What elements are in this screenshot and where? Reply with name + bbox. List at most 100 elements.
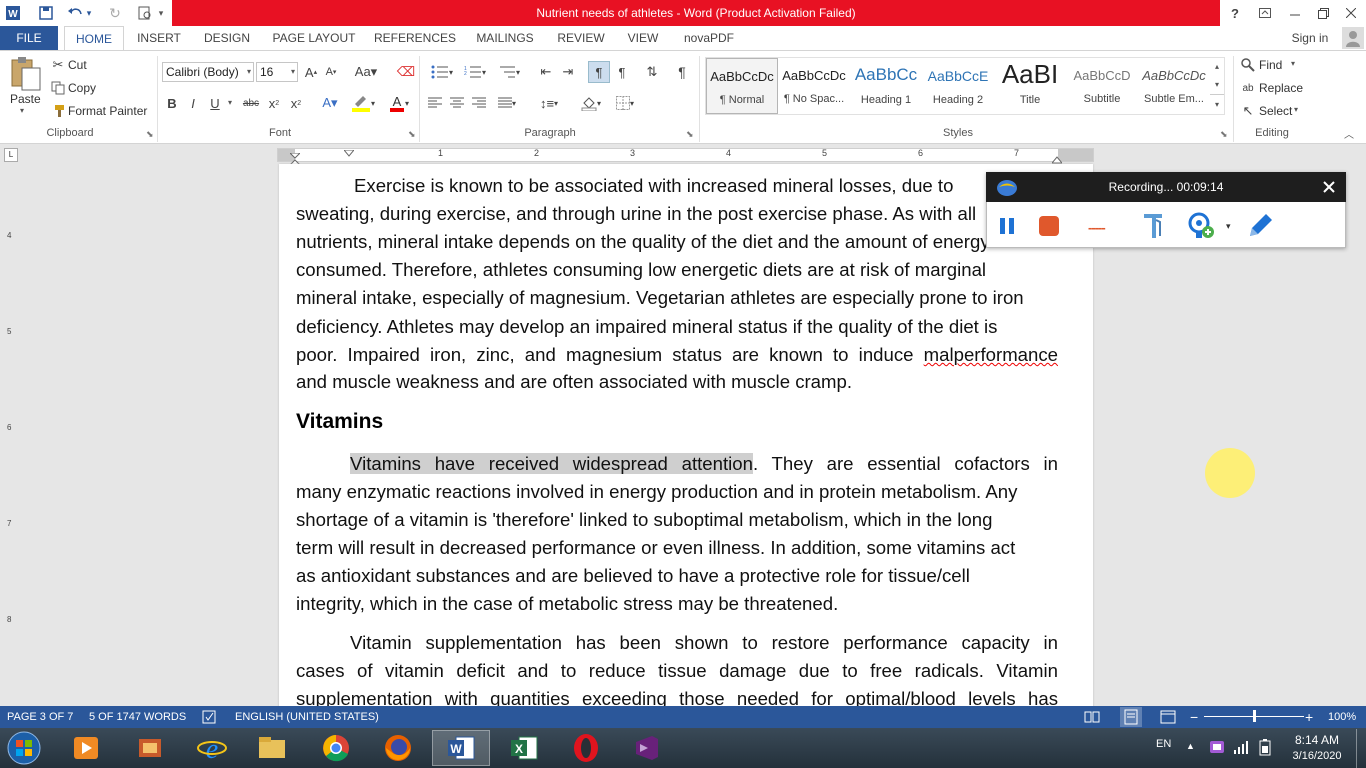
styles-launcher-icon[interactable]: ⬊ (1220, 129, 1228, 140)
paragraph-line[interactable]: sweating, during exercise, and through u… (296, 200, 1058, 228)
paste-button[interactable]: Paste (10, 92, 41, 106)
file-explorer-icon[interactable] (246, 730, 298, 766)
tab-view[interactable]: VIEW (620, 26, 666, 50)
print-layout-icon[interactable] (1120, 707, 1142, 727)
webcam-add-icon[interactable] (1188, 212, 1216, 240)
paragraph-line[interactable]: consumed. Therefore, athletes consuming … (296, 256, 1058, 284)
chrome-icon[interactable] (310, 730, 362, 766)
paragraph-line[interactable]: poor. Impaired iron, zinc, and magnesium… (296, 341, 1058, 369)
style-subtle-emphasis[interactable]: AaBbCcDc Subtle Em... (1138, 58, 1210, 114)
app-installer-icon[interactable] (124, 730, 176, 766)
customize-qat-icon[interactable]: ▾ (156, 2, 166, 24)
selected-text[interactable]: Vitamins have received widespread attent… (350, 453, 753, 474)
tab-mailings[interactable]: MAILINGS (468, 26, 542, 50)
annotate-pencil-icon[interactable] (1246, 212, 1272, 240)
zoom-level[interactable]: 100% (1328, 706, 1356, 728)
grow-font-icon[interactable]: A ▴ (302, 62, 320, 82)
visual-studio-icon[interactable] (620, 730, 672, 766)
italic-icon[interactable]: I (186, 93, 200, 113)
language-indicator[interactable]: ENGLISH (UNITED STATES) (235, 706, 379, 728)
show-desktop-button[interactable] (1356, 729, 1366, 768)
paragraph-line[interactable]: supplementation with quantities exceedin… (296, 685, 1058, 706)
style-no-spacing[interactable]: AaBbCcDc ¶ No Spac... (778, 58, 850, 114)
superscript-icon[interactable]: x2 (288, 93, 304, 113)
word-logo-icon[interactable]: W (2, 2, 24, 24)
clipboard-launcher-icon[interactable]: ⬊ (146, 129, 154, 140)
tab-selector-icon[interactable]: L (4, 148, 18, 162)
font-launcher-icon[interactable]: ⬊ (408, 129, 416, 140)
undo-icon[interactable] (64, 2, 86, 24)
sign-in-link[interactable]: Sign in (1288, 26, 1332, 50)
paragraph-line[interactable]: integrity, which in the case of metaboli… (296, 590, 1058, 618)
save-icon[interactable] (35, 2, 57, 24)
change-case-icon[interactable]: Aa▾ (352, 62, 380, 82)
paragraph-line[interactable]: mineral intake, especially of magnesium.… (296, 284, 1058, 312)
tab-file[interactable]: FILE (0, 26, 58, 50)
align-right-icon[interactable] (470, 93, 488, 113)
underline-dropdown-icon[interactable]: ▾ (228, 98, 232, 107)
right-indent-icon[interactable] (1050, 153, 1064, 164)
page-count[interactable]: PAGE 3 OF 7 (7, 706, 73, 728)
font-name-combo[interactable]: Calibri (Body) ▾ (162, 62, 254, 82)
highlight-color-icon[interactable]: ▾ (348, 93, 378, 113)
input-language[interactable]: EN (1156, 738, 1171, 750)
find-button[interactable]: Find (1259, 58, 1282, 72)
media-player-icon[interactable] (60, 730, 112, 766)
paragraph-line[interactable]: term will result in decreased performanc… (296, 534, 1058, 562)
tab-novapdf[interactable]: novaPDF (676, 26, 742, 50)
style-title[interactable]: AaBI Title (994, 58, 1066, 114)
find-dropdown-icon[interactable]: ▾ (1291, 59, 1295, 68)
print-preview-icon[interactable] (134, 2, 156, 24)
restore-icon[interactable] (1308, 0, 1338, 26)
misspelled-word[interactable]: malperformance (924, 344, 1058, 365)
webcam-dropdown-icon[interactable]: ▾ (1226, 221, 1231, 232)
cut-button[interactable]: Cut (68, 58, 87, 72)
zoom-slider-thumb[interactable] (1252, 710, 1256, 722)
style-heading-2[interactable]: AaBbCcE Heading 2 (922, 58, 994, 114)
font-size-combo[interactable]: 16 ▾ (256, 62, 298, 82)
word-count[interactable]: 5 OF 1747 WORDS (89, 706, 186, 728)
copy-button[interactable]: Copy (68, 81, 96, 95)
format-painter-button[interactable]: Format Painter (68, 104, 147, 118)
zoom-in-icon[interactable]: + (1305, 706, 1313, 728)
replace-button[interactable]: Replace (1259, 81, 1303, 95)
ltr-direction-icon[interactable]: ¶ (588, 61, 610, 83)
pause-icon[interactable] (998, 215, 1018, 237)
horizontal-ruler[interactable]: 1 2 3 4 5 6 7 (277, 148, 1094, 162)
align-left-icon[interactable] (426, 93, 444, 113)
bullets-icon[interactable]: ▾ (427, 62, 457, 82)
style-subtitle[interactable]: AaBbCcD Subtitle (1066, 58, 1138, 114)
select-dropdown-icon[interactable]: ▾ (1294, 105, 1298, 114)
paragraph-line[interactable]: Exercise is known to be associated with … (296, 172, 1058, 200)
styles-more-icon[interactable]: ▾ (1210, 94, 1224, 114)
bold-icon[interactable]: B (165, 93, 179, 113)
start-button-icon[interactable] (4, 729, 44, 767)
paragraph-line[interactable]: deficiency. Athletes may develop an impa… (296, 313, 1058, 341)
tab-home[interactable]: HOME (64, 26, 124, 51)
tab-design[interactable]: DESIGN (198, 26, 256, 50)
section-heading[interactable]: Vitamins (296, 410, 383, 434)
underline-icon[interactable]: U (208, 93, 222, 113)
clock-time[interactable]: 8:14 AM (1294, 733, 1340, 747)
paragraph-line[interactable]: Vitamin supplementation has been shown t… (296, 629, 1058, 657)
tray-app-icon[interactable] (1208, 738, 1226, 756)
paragraph-line[interactable]: many enzymatic reactions involved in ene… (296, 478, 1058, 506)
styles-scroll-up-icon[interactable]: ▴ (1210, 58, 1224, 76)
help-button[interactable]: ? (1220, 0, 1250, 26)
show-formatting-icon[interactable]: ¶ (672, 62, 692, 82)
sort-icon[interactable]: ⇅ (642, 62, 662, 82)
decrease-indent-icon[interactable]: ⇤ (536, 62, 556, 82)
paragraph-line[interactable]: as antioxidant substances and are believ… (296, 562, 1058, 590)
subscript-icon[interactable]: x2 (266, 93, 282, 113)
close-icon[interactable] (1336, 0, 1366, 26)
stop-icon[interactable] (1038, 215, 1060, 237)
align-center-icon[interactable] (448, 93, 466, 113)
firefox-icon[interactable] (372, 730, 424, 766)
tab-page-layout[interactable]: PAGE LAYOUT (266, 26, 362, 50)
paragraph-line[interactable]: cases of vitamin deficit and to reduce t… (296, 657, 1058, 685)
opera-icon[interactable] (560, 730, 612, 766)
pen-tool-icon[interactable] (1140, 212, 1166, 240)
borders-icon[interactable]: ▾ (610, 93, 640, 113)
paste-icon[interactable] (8, 56, 44, 92)
multilevel-list-icon[interactable]: ▾ (494, 62, 524, 82)
